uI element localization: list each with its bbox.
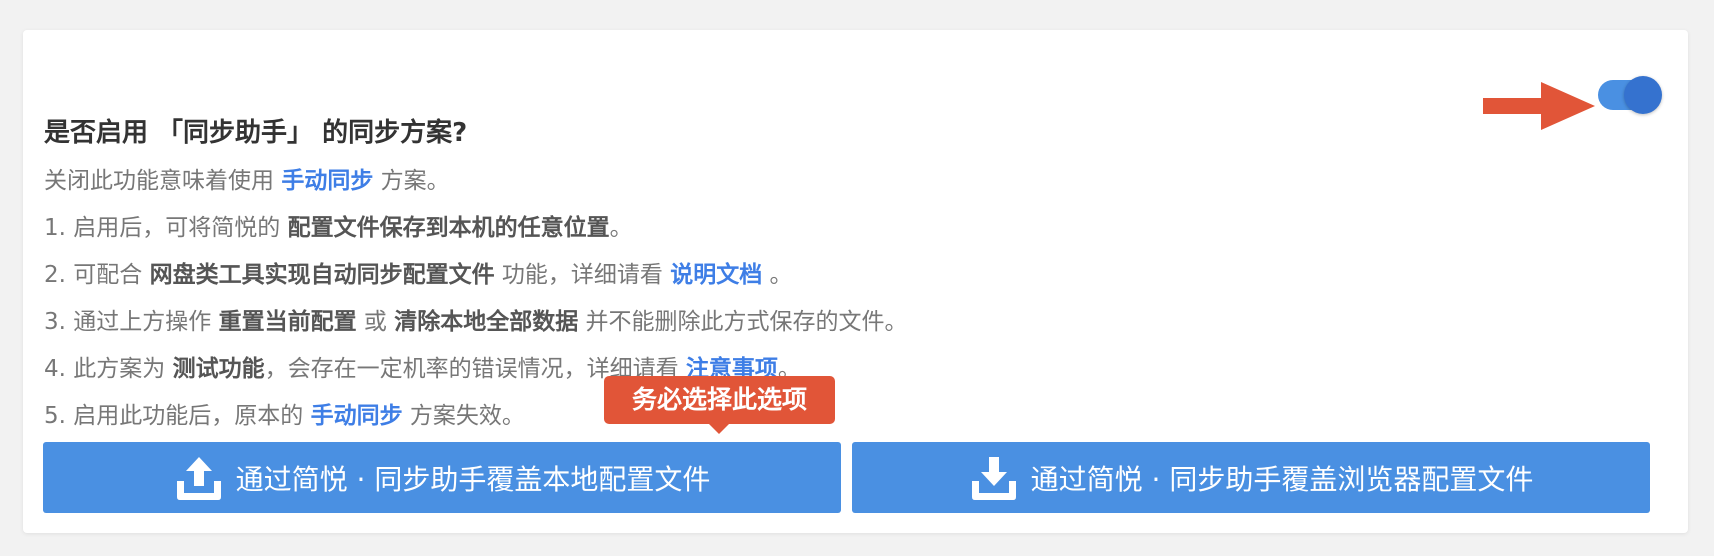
toggle-knob [1624,76,1662,114]
annotation-arrow-icon [1483,82,1595,130]
documentation-link[interactable]: 说明文档 [670,262,762,288]
manual-sync-link[interactable]: 手动同步 [281,168,373,194]
description-intro: 关闭此功能意味着使用 手动同步 方案。 [44,168,450,194]
manual-sync-link-2[interactable]: 手动同步 [311,403,403,429]
download-browser-config-button[interactable]: 通过简悦 · 同步助手覆盖浏览器配置文件 [852,442,1650,513]
tooltip-caret [708,423,730,434]
upload-local-config-button[interactable]: 通过简悦 · 同步助手覆盖本地配置文件 [43,442,841,513]
sync-settings-card: 是否启用 「同步助手」 的同步方案? 关闭此功能意味着使用 手动同步 方案。 1… [23,30,1688,533]
download-icon [971,456,1016,500]
must-select-tooltip: 务必选择此选项 [604,376,835,434]
description-item-2: 2. 可配合 网盘类工具实现自动同步配置文件 功能，详细请看 说明文档 。 [44,262,793,288]
sync-assistant-toggle[interactable] [1598,76,1662,114]
section-title: 是否启用 「同步助手」 的同步方案? [44,118,468,148]
description-item-1: 1. 启用后，可将简悦的 配置文件保存到本机的任意位置。 [44,215,633,241]
description-item-3: 3. 通过上方操作 重置当前配置 或 清除本地全部数据 并不能删除此方式保存的文… [44,309,908,335]
upload-icon [176,456,221,500]
